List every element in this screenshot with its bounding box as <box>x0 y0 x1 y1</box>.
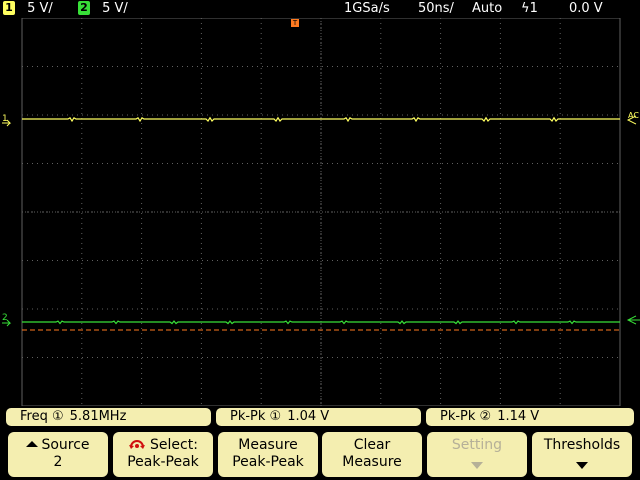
ac-coupling-marker: AC <box>626 111 639 125</box>
setting-softkey-label: Setting <box>451 437 503 453</box>
up-arrow-icon <box>26 441 39 447</box>
ch2-ground-marker[interactable]: 2 <box>2 313 12 327</box>
measurement-2-label: Pk-Pk ① <box>230 409 282 424</box>
status-bar: 1 5 V/ 2 5 V/ 1GSa/s 50ns/ Auto ϟ1 0.0 V <box>0 0 640 18</box>
measurement-2-value: 1.04 V <box>287 409 330 424</box>
source-softkey-value: 2 <box>53 454 63 470</box>
measurement-2: Pk-Pk ① 1.04 V <box>216 408 421 426</box>
timebase[interactable]: 50ns/ <box>418 0 454 18</box>
down-arrow-icon <box>576 462 588 469</box>
trigger-level[interactable]: 0.0 V <box>569 0 603 18</box>
ch2-scale[interactable]: 2 5 V/ <box>78 0 128 18</box>
thresholds-softkey[interactable]: Thresholds <box>532 432 632 477</box>
measure-softkey-label: Measure <box>238 437 298 453</box>
measurement-1: Freq ① 5.81MHz <box>6 408 211 426</box>
clear-measure-label-2: Measure <box>342 454 402 470</box>
clear-measure-softkey[interactable]: Clear Measure <box>322 432 422 477</box>
measurement-bar: Freq ① 5.81MHz Pk-Pk ① 1.04 V Pk-Pk ② 1.14 … <box>0 406 640 428</box>
ch1-scale-value: 5 V/ <box>27 1 53 16</box>
setting-softkey[interactable]: Setting <box>427 432 527 477</box>
measurement-1-label: Freq ① <box>20 409 64 424</box>
waveform-display[interactable]: 1 2 AC <box>0 18 640 406</box>
measure-softkey[interactable]: Measure Peak-Peak <box>218 432 318 477</box>
measure-softkey-value: Peak-Peak <box>232 454 304 470</box>
graticule <box>21 18 621 406</box>
ch1-scale[interactable]: 1 5 V/ <box>3 0 53 18</box>
rotate-knob-icon <box>129 440 146 449</box>
ch1-ground-marker[interactable]: 1 <box>2 114 12 127</box>
trigger-mode[interactable]: Auto <box>472 0 502 18</box>
ac-label: AC <box>628 111 639 120</box>
measurement-1-value: 5.81MHz <box>69 409 127 424</box>
ch2-scale-value: 5 V/ <box>102 1 128 16</box>
sample-rate: 1GSa/s <box>344 1 390 16</box>
measurement-3-value: 1.14 V <box>497 409 540 424</box>
thresholds-softkey-label: Thresholds <box>543 437 621 453</box>
measurement-3-label: Pk-Pk ② <box>440 409 492 424</box>
select-softkey-value: Peak-Peak <box>127 454 199 470</box>
clear-measure-label-1: Clear <box>353 437 391 453</box>
source-softkey[interactable]: Source 2 <box>8 432 108 477</box>
ch1-badge: 1 <box>3 0 15 15</box>
source-softkey-label: Source <box>41 437 90 453</box>
ch2-ground-label: 2 <box>2 313 8 323</box>
select-softkey[interactable]: Select: Peak-Peak <box>113 432 213 477</box>
select-softkey-label: Select: <box>150 437 198 453</box>
ch2-badge: 2 <box>78 0 90 15</box>
trigger-source[interactable]: ϟ1 <box>521 0 538 18</box>
down-arrow-icon <box>471 462 483 469</box>
softkey-bar: Source 2 Select: Peak-Peak Measure Peak-… <box>0 430 640 480</box>
ch2-trigger-arrow-icon <box>626 315 640 325</box>
measurement-3: Pk-Pk ② 1.14 V <box>426 408 634 426</box>
